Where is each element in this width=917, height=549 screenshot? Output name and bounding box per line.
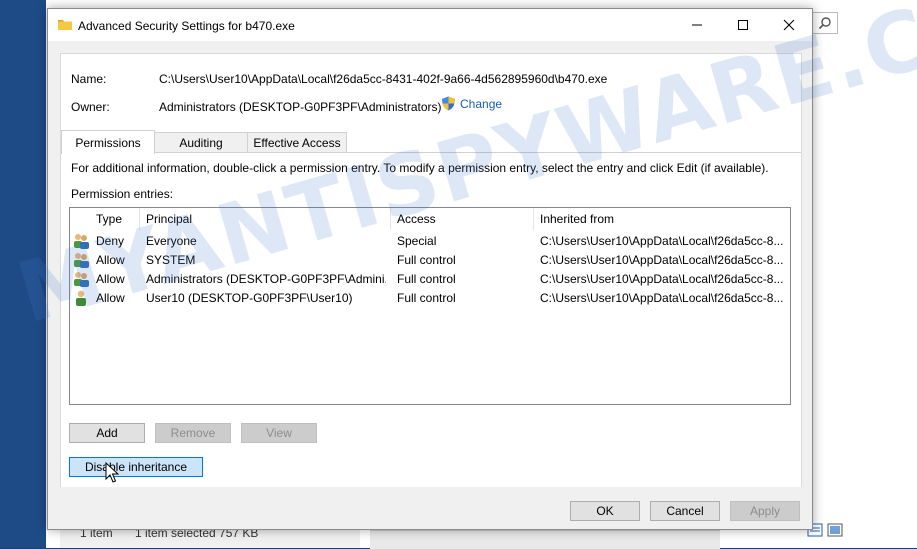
entry-type: Deny [96,234,125,248]
tab-auditing-label: Auditing [179,136,223,150]
group-users-icon [74,234,89,249]
explorer-panel-bottom [370,530,720,549]
disable-inheritance-button[interactable]: Disable inheritance [69,457,203,477]
ok-button[interactable]: OK [570,501,640,521]
entry-inherited-from: C:\Users\User10\AppData\Local\f26da5cc-8… [540,272,784,286]
entry-type: Allow [96,291,125,305]
column-header-inherited-from[interactable]: Inherited from [534,208,790,230]
dialog-titlebar: Advanced Security Settings for b470.exe [48,9,812,41]
mouse-pointer-icon [105,462,119,483]
list-header: Type Principal Access Inherited from [70,208,790,230]
advanced-security-settings-dialog: Advanced Security Settings for b470.exe … [47,8,813,530]
table-row[interactable]: Allow User10 (DESKTOP-G0PF3PF\User10) Fu… [70,289,790,308]
group-users-icon [74,253,89,268]
tab-permissions-label: Permissions [75,135,141,150]
minimize-icon [692,24,702,26]
uac-shield-icon [442,96,455,111]
group-users-icon [74,272,89,287]
column-header-type[interactable]: Type [90,208,140,230]
entry-inherited-from: C:\Users\User10\AppData\Local\f26da5cc-8… [540,234,784,248]
change-owner-link[interactable]: Change [441,96,502,111]
entry-type: Allow [96,253,125,267]
permission-entries-list[interactable]: Type Principal Access Inherited from Den… [69,207,791,405]
remove-button[interactable]: Remove [155,423,231,443]
entry-principal: User10 (DESKTOP-G0PF3PF\User10) [146,291,353,305]
column-header-principal[interactable]: Principal [140,208,391,230]
folder-icon [58,20,72,30]
minimize-button[interactable] [674,9,720,41]
owner-label: Owner: [71,100,110,114]
entry-principal: Administrators (DESKTOP-G0PF3PF\Admini..… [146,272,386,286]
name-value: C:\Users\User10\AppData\Local\f26da5cc-8… [159,72,608,86]
tab-auditing[interactable]: Auditing [154,132,248,153]
entry-principal: SYSTEM [146,253,196,267]
permissions-panel: For additional information, double-click… [61,152,801,487]
maximize-button[interactable] [720,9,766,41]
column-header-access[interactable]: Access [391,208,534,230]
info-text: For additional information, double-click… [71,161,769,175]
owner-value: Administrators (DESKTOP-G0PF3PF\Administ… [159,100,442,114]
table-row[interactable]: Allow Administrators (DESKTOP-G0PF3PF\Ad… [70,270,790,289]
maximize-icon [738,20,748,30]
search-icon [818,17,831,30]
entry-inherited-from: C:\Users\User10\AppData\Local\f26da5cc-8… [540,253,784,267]
cancel-button[interactable]: Cancel [650,501,720,521]
dialog-body: Name: C:\Users\User10\AppData\Local\f26d… [60,53,802,487]
name-label: Name: [71,72,107,86]
close-button[interactable] [766,9,812,41]
table-row[interactable]: Allow SYSTEM Full control C:\Users\User1… [70,251,790,270]
add-button[interactable]: Add [69,423,145,443]
entry-principal: Everyone [146,234,197,248]
explorer-search-button[interactable] [812,12,838,34]
dialog-title: Advanced Security Settings for b470.exe [78,19,295,33]
table-row[interactable]: Deny Everyone Special C:\Users\User10\Ap… [70,232,790,251]
entry-access: Full control [397,253,456,267]
entry-access: Full control [397,272,456,286]
close-icon [783,19,795,31]
entry-access: Full control [397,291,456,305]
single-user-icon [76,290,86,306]
tab-effective-access-label: Effective Access [253,136,341,150]
tab-strip: Permissions Auditing Effective Access [61,130,801,154]
change-link-label: Change [460,96,503,111]
permission-entries-label: Permission entries: [71,187,174,201]
apply-button[interactable]: Apply [730,501,800,521]
entry-inherited-from: C:\Users\User10\AppData\Local\f26da5cc-8… [540,291,784,305]
entry-access: Special [397,234,437,248]
tab-permissions[interactable]: Permissions [61,130,155,154]
desktop-background-strip [0,0,46,548]
tab-effective-access[interactable]: Effective Access [247,132,347,153]
view-button[interactable]: View [241,423,317,443]
entry-type: Allow [96,272,125,286]
